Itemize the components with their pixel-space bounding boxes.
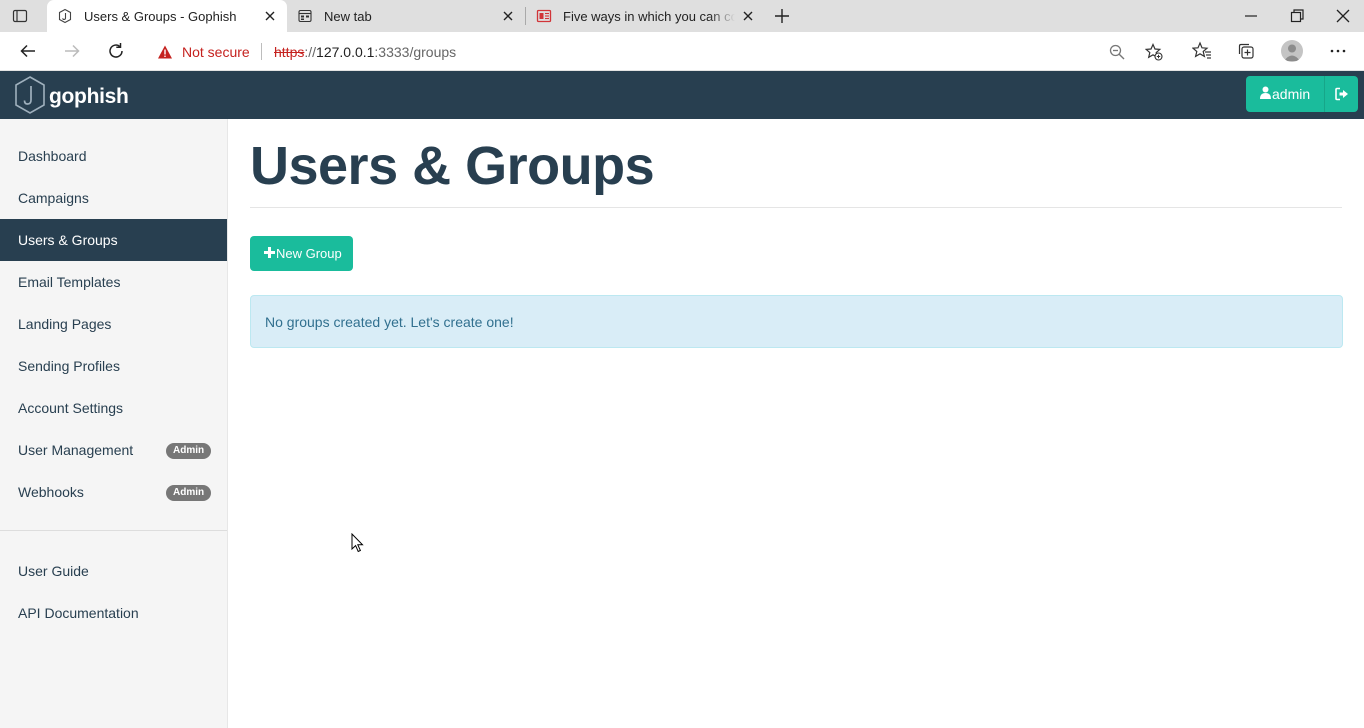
tab-new-tab[interactable]: New tab xyxy=(287,0,525,32)
back-arrow-icon[interactable] xyxy=(18,41,38,61)
close-window-icon[interactable] xyxy=(1333,6,1353,26)
sidebar-item-label: Landing Pages xyxy=(18,316,112,332)
tab-title: Users & Groups - Gophish xyxy=(84,9,237,24)
new-group-label: New Group xyxy=(276,246,342,261)
user-name: admin xyxy=(1272,86,1311,102)
sidebar-item-label: Users & Groups xyxy=(18,232,118,248)
new-group-button[interactable]: New Group xyxy=(250,236,353,271)
logout-button[interactable] xyxy=(1324,76,1358,112)
sidebar-item-campaigns[interactable]: Campaigns xyxy=(0,177,227,219)
address-bar[interactable]: Not secure https://127.0.0.1:3333/groups xyxy=(143,36,1176,67)
empty-state-message: No groups created yet. Let's create one! xyxy=(265,314,514,330)
news-favicon-icon xyxy=(536,8,552,24)
tab-actions-icon[interactable] xyxy=(12,8,28,24)
forward-arrow-icon[interactable] xyxy=(62,41,82,61)
user-icon xyxy=(1260,86,1271,99)
close-tab-icon[interactable] xyxy=(262,8,278,24)
zoom-out-icon[interactable] xyxy=(1108,43,1126,61)
sidebar-item-api-documentation[interactable]: API Documentation xyxy=(0,592,227,634)
address-separator xyxy=(261,43,262,60)
sidebar: Dashboard Campaigns Users & Groups Email… xyxy=(0,119,228,728)
sidebar-item-landing-pages[interactable]: Landing Pages xyxy=(0,303,227,345)
more-options-icon[interactable] xyxy=(1328,41,1348,61)
user-settings-button[interactable]: admin xyxy=(1246,76,1324,112)
collections-icon[interactable] xyxy=(1236,41,1256,61)
mouse-cursor-icon xyxy=(351,532,364,553)
minimize-icon[interactable] xyxy=(1241,6,1261,26)
refresh-icon[interactable] xyxy=(106,41,126,61)
new-tab-page-icon xyxy=(297,8,313,24)
sidebar-item-account-settings[interactable]: Account Settings xyxy=(0,387,227,429)
url-text[interactable]: https://127.0.0.1:3333/groups xyxy=(274,44,456,60)
sidebar-item-user-guide[interactable]: User Guide xyxy=(0,550,227,592)
sidebar-item-dashboard[interactable]: Dashboard xyxy=(0,135,227,177)
sidebar-item-label: API Documentation xyxy=(18,605,139,621)
sidebar-item-email-templates[interactable]: Email Templates xyxy=(0,261,227,303)
plus-icon xyxy=(264,246,275,261)
tab-users-groups[interactable]: Users & Groups - Gophish xyxy=(47,0,287,32)
sidebar-item-users-groups[interactable]: Users & Groups xyxy=(0,219,227,261)
warning-triangle-icon[interactable] xyxy=(157,44,173,60)
gophish-logo-icon xyxy=(13,75,47,120)
url-path: :3333/groups xyxy=(374,44,457,60)
sidebar-item-label: Email Templates xyxy=(18,274,121,290)
close-tab-icon[interactable] xyxy=(740,8,756,24)
tab-title: Five ways in which you can comb xyxy=(563,9,735,24)
sidebar-item-label: Webhooks xyxy=(18,484,84,500)
profile-avatar-icon[interactable] xyxy=(1281,40,1303,62)
sidebar-item-label: Dashboard xyxy=(18,148,87,164)
sidebar-item-label: Campaigns xyxy=(18,190,89,206)
gophish-favicon-icon xyxy=(57,8,73,24)
sidebar-item-label: User Management xyxy=(18,442,134,458)
tab-title: New tab xyxy=(324,9,372,24)
sidebar-item-sending-profiles[interactable]: Sending Profiles xyxy=(0,345,227,387)
sidebar-divider xyxy=(0,530,227,531)
browser-toolbar: Not secure https://127.0.0.1:3333/groups xyxy=(0,32,1364,71)
brand-name: gophish xyxy=(49,85,129,108)
sidebar-item-label: User Guide xyxy=(18,563,89,579)
admin-badge: Admin xyxy=(166,443,212,459)
browser-tab-strip: Users & Groups - Gophish New tab Five wa… xyxy=(0,0,1364,32)
favorites-icon[interactable] xyxy=(1191,41,1212,61)
app-navbar: gophish admin xyxy=(0,71,1364,119)
admin-badge: Admin xyxy=(166,485,212,501)
url-scheme: https xyxy=(274,44,305,60)
not-secure-label[interactable]: Not secure xyxy=(182,44,250,60)
title-divider xyxy=(250,207,1342,208)
restore-icon[interactable] xyxy=(1287,6,1307,26)
add-favorite-star-icon[interactable] xyxy=(1144,43,1163,61)
tab-news-article[interactable]: Five ways in which you can comb xyxy=(526,0,766,32)
close-tab-icon[interactable] xyxy=(500,8,516,24)
sidebar-item-webhooks[interactable]: Webhooks Admin xyxy=(0,471,227,513)
url-host: 127.0.0.1 xyxy=(316,44,375,60)
sidebar-item-user-management[interactable]: User Management Admin xyxy=(0,429,227,471)
page-title: Users & Groups xyxy=(250,136,655,196)
sidebar-item-label: Account Settings xyxy=(18,400,124,416)
new-tab-plus-icon[interactable] xyxy=(772,6,792,26)
sidebar-item-label: Sending Profiles xyxy=(18,358,120,374)
empty-state-alert: No groups created yet. Let's create one! xyxy=(250,295,1343,348)
